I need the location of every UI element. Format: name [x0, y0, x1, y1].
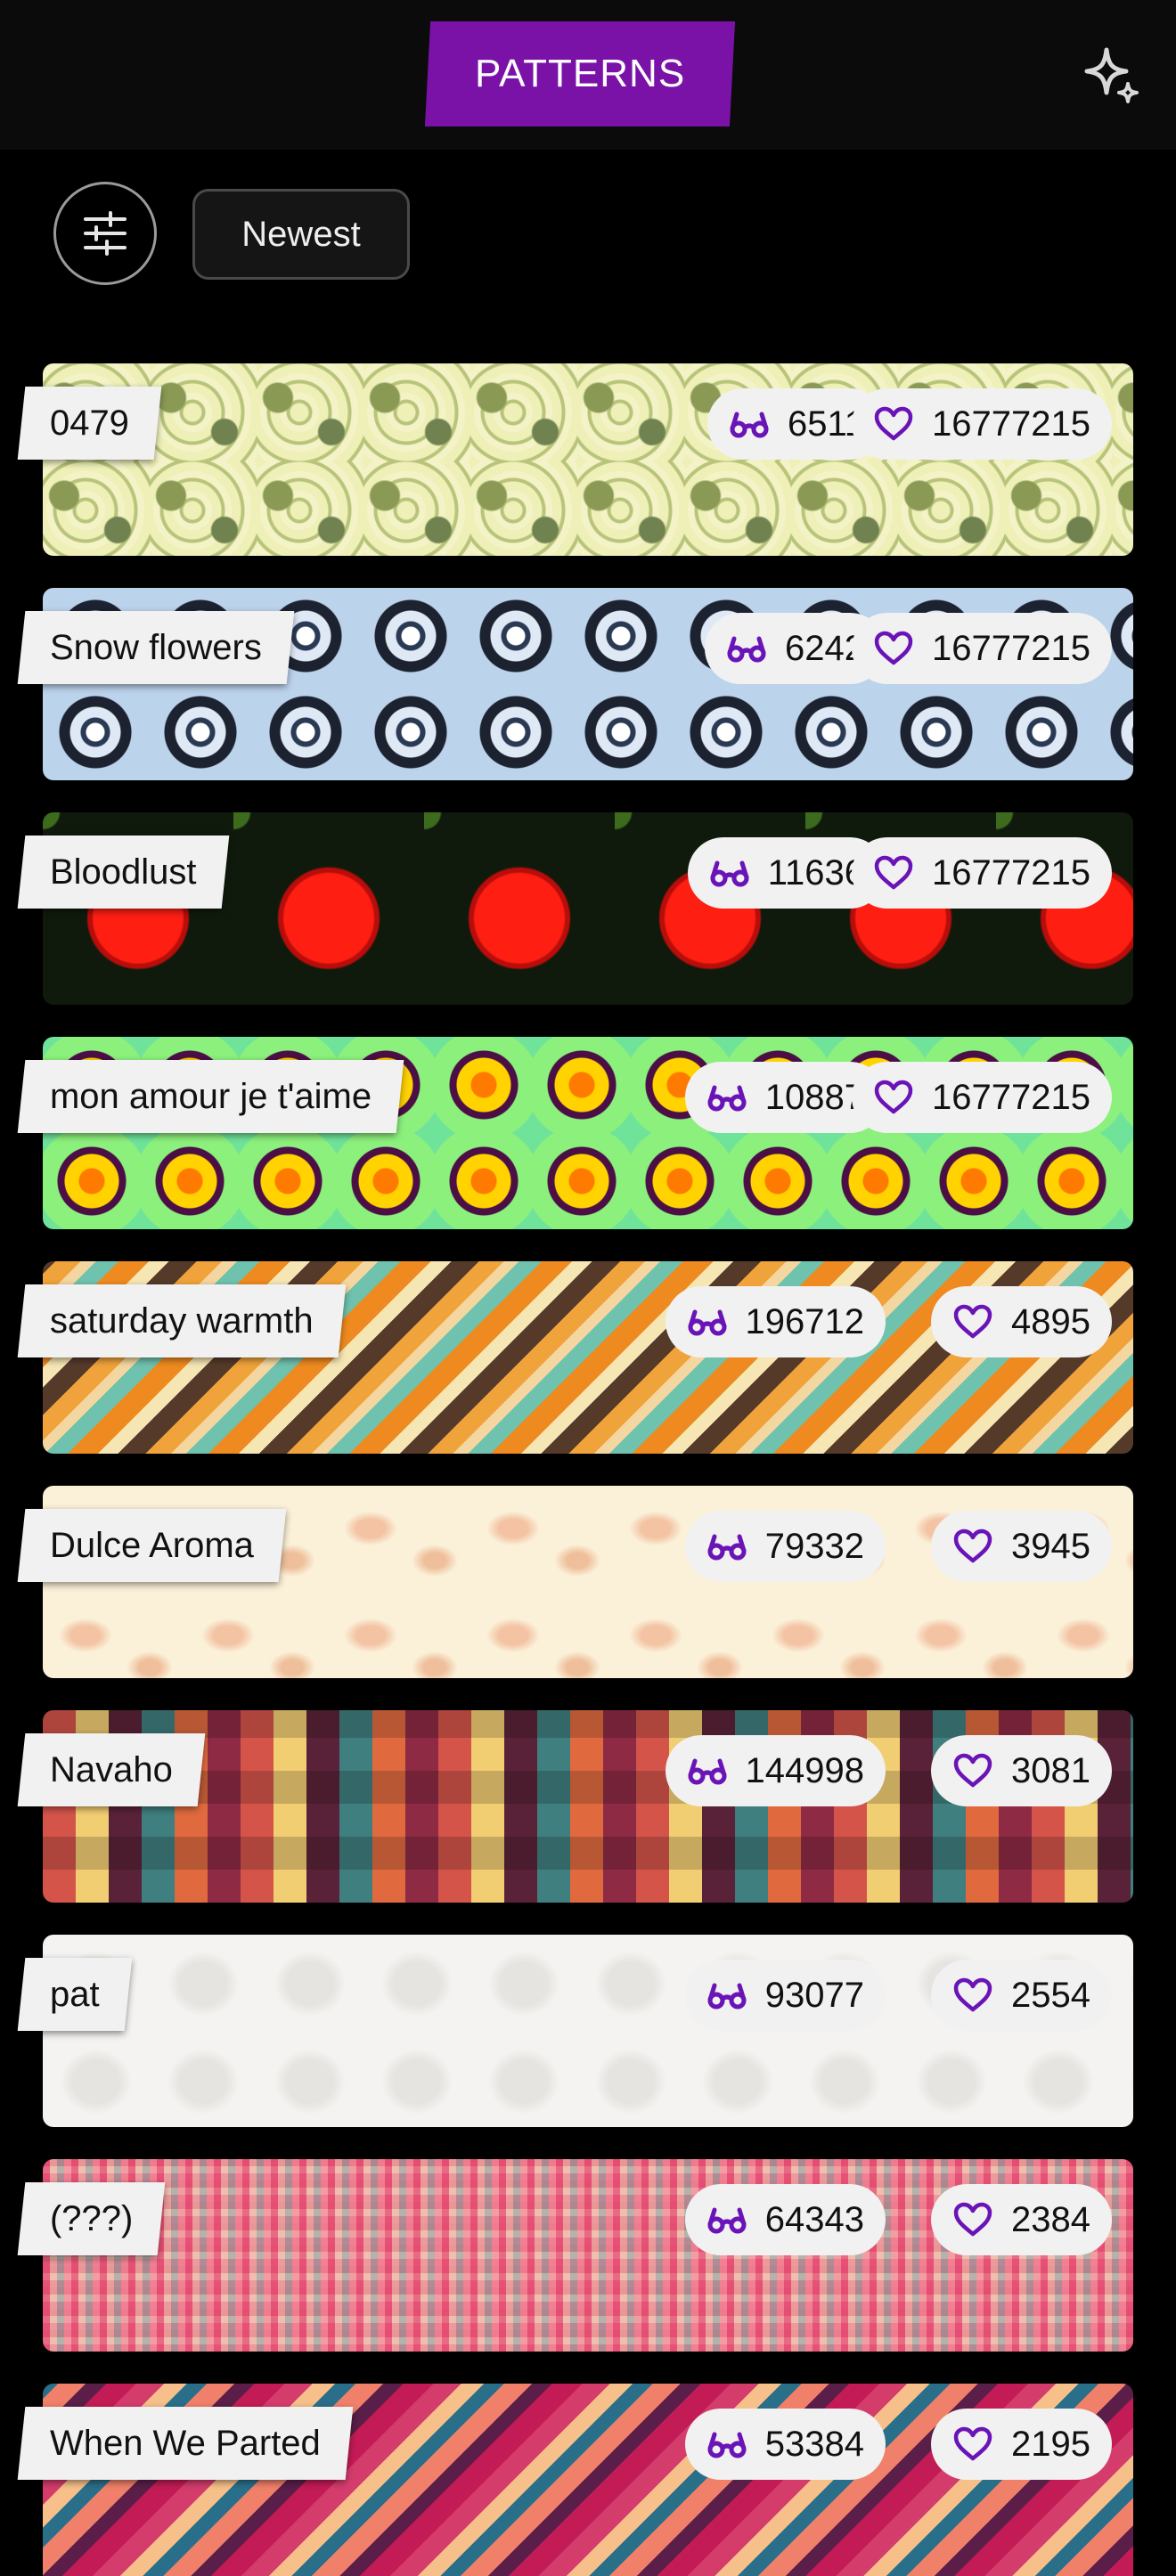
pattern-card[interactable]: 0479 6511 16777215: [17, 363, 1133, 556]
sliders-icon: [84, 211, 127, 256]
likes-count: 2384: [1011, 2199, 1090, 2239]
likes-count: 16777215: [932, 852, 1090, 893]
likes-count: 3945: [1011, 1526, 1090, 1566]
glasses-icon: [707, 1983, 747, 2009]
pattern-card[interactable]: saturday warmth 196712 4895: [17, 1261, 1133, 1454]
pattern-name-tag: Dulce Aroma: [17, 1509, 287, 1582]
pattern-name: When We Parted: [50, 2423, 321, 2463]
views-pill: 79332: [684, 1511, 886, 1582]
pattern-name: Dulce Aroma: [50, 1525, 254, 1565]
pattern-name-tag: 0479: [17, 387, 162, 460]
pattern-name: Navaho: [50, 1749, 173, 1789]
glasses-icon: [707, 1085, 747, 1112]
page-title: PATTERNS: [424, 21, 736, 126]
pattern-name-tag: (???): [17, 2182, 166, 2255]
likes-pill[interactable]: 2195: [931, 2409, 1112, 2480]
views-pill: 64343: [684, 2184, 886, 2255]
pattern-card[interactable]: Snow flowers 6242 16777215: [17, 588, 1133, 780]
glasses-icon: [710, 860, 749, 887]
views-pill: 196712: [665, 1286, 886, 1357]
glasses-icon: [707, 2432, 747, 2458]
pattern-name: 0479: [50, 403, 129, 443]
likes-count: 16777215: [932, 404, 1090, 444]
sort-label: Newest: [241, 214, 361, 254]
heart-icon: [953, 2202, 992, 2237]
heart-icon: [874, 855, 913, 890]
heart-icon: [953, 1753, 992, 1788]
heart-icon: [874, 631, 913, 665]
heart-icon: [953, 1304, 992, 1339]
glasses-icon: [727, 636, 766, 663]
likes-pill[interactable]: 2384: [931, 2184, 1112, 2255]
heart-icon: [953, 2426, 992, 2461]
pattern-name: Snow flowers: [50, 627, 262, 667]
likes-pill[interactable]: 16777215: [852, 613, 1112, 684]
views-count: 11636: [767, 852, 864, 893]
glasses-icon: [707, 2207, 747, 2234]
views-count: 79332: [764, 1526, 864, 1566]
heart-icon: [953, 1528, 992, 1563]
pattern-card[interactable]: pat 93077 2554: [17, 1935, 1133, 2127]
pattern-name-tag: Bloodlust: [17, 836, 229, 909]
pattern-name: Bloodlust: [50, 852, 197, 892]
pattern-card[interactable]: When We Parted 53384 2195: [17, 2384, 1133, 2576]
glasses-icon: [688, 1309, 727, 1336]
heart-icon: [874, 406, 913, 441]
pattern-name: saturday warmth: [50, 1300, 314, 1341]
pattern-name: pat: [50, 1974, 100, 2014]
likes-count: 2554: [1011, 1975, 1090, 2015]
likes-pill[interactable]: 16777215: [852, 388, 1112, 460]
views-pill: 53384: [684, 2409, 886, 2480]
pattern-name: mon amour je t'aime: [50, 1076, 372, 1116]
pattern-name-tag: When We Parted: [17, 2407, 354, 2480]
heart-icon: [953, 1977, 992, 2012]
pattern-card[interactable]: Navaho 144998 3081: [17, 1710, 1133, 1903]
likes-pill[interactable]: 3081: [931, 1735, 1112, 1806]
pattern-name-tag: saturday warmth: [17, 1284, 346, 1357]
likes-count: 16777215: [932, 628, 1090, 668]
likes-pill[interactable]: 2554: [931, 1960, 1112, 2031]
glasses-icon: [707, 1534, 747, 1561]
glasses-icon: [730, 412, 769, 438]
views-count: 93077: [764, 1975, 864, 2015]
views-count: 144998: [745, 1750, 864, 1790]
views-pill: 93077: [684, 1960, 886, 2031]
glasses-icon: [688, 1758, 727, 1785]
likes-pill[interactable]: 16777215: [852, 837, 1112, 909]
views-count: 64343: [764, 2199, 864, 2239]
views-count: 10887: [764, 1077, 864, 1117]
top-bar: PATTERNS: [0, 0, 1176, 150]
likes-count: 16777215: [932, 1077, 1090, 1117]
pattern-card[interactable]: Dulce Aroma 79332 3945: [17, 1486, 1133, 1678]
pattern-name-tag: Navaho: [17, 1733, 206, 1806]
likes-count: 4895: [1011, 1301, 1090, 1341]
pattern-card[interactable]: mon amour je t'aime 10887 16777215: [17, 1037, 1133, 1229]
pattern-card[interactable]: (???) 64343 2384: [17, 2159, 1133, 2352]
filter-button[interactable]: [53, 182, 157, 285]
sort-button[interactable]: Newest: [192, 189, 410, 280]
likes-count: 2195: [1011, 2424, 1090, 2464]
pattern-card[interactable]: Bloodlust 11636 16777215: [17, 812, 1133, 1005]
likes-pill[interactable]: 4895: [931, 1286, 1112, 1357]
pattern-name-tag: pat: [17, 1958, 132, 2031]
views-pill: 144998: [665, 1735, 886, 1806]
pattern-name-tag: mon amour je t'aime: [17, 1060, 404, 1133]
pattern-name: (???): [50, 2198, 134, 2238]
sparkle-icon[interactable]: [1078, 43, 1140, 105]
pattern-name-tag: Snow flowers: [17, 611, 295, 684]
views-count: 53384: [764, 2424, 864, 2464]
page-title-label: PATTERNS: [474, 52, 686, 95]
heart-icon: [874, 1080, 913, 1114]
likes-pill[interactable]: 3945: [931, 1511, 1112, 1582]
likes-pill[interactable]: 16777215: [852, 1062, 1112, 1133]
views-count: 196712: [745, 1301, 864, 1341]
likes-count: 3081: [1011, 1750, 1090, 1790]
